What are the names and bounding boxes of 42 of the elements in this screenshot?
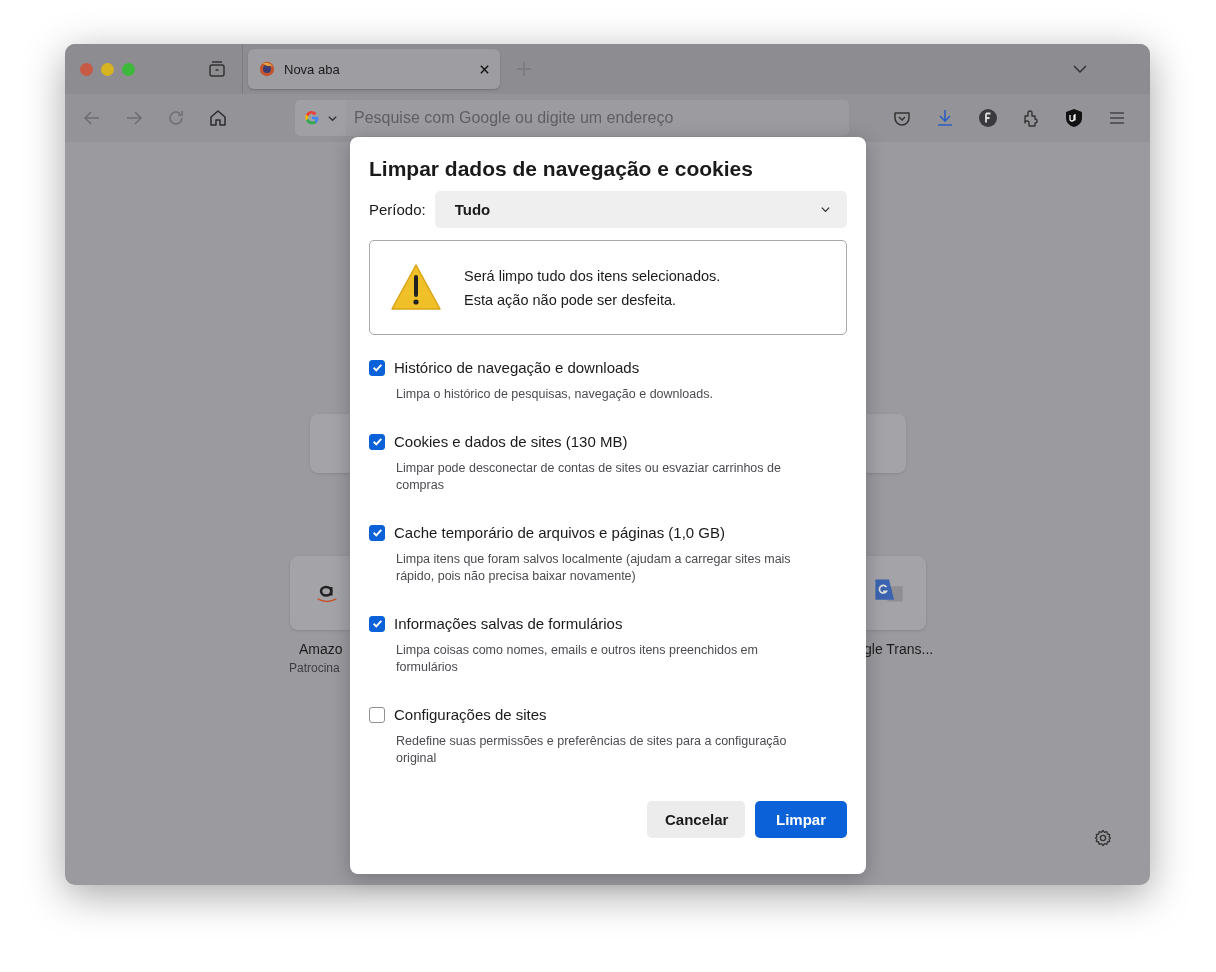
close-tab-icon[interactable] — [479, 63, 490, 75]
home-icon[interactable] — [208, 108, 228, 128]
option-description: Limpa itens que foram salvos localmente (ajudam a carregar sites mais rápido, pois não precisa baixar novamente) — [396, 551, 792, 585]
shortcut-subtitle: Patrocina — [289, 661, 340, 675]
checkmark-icon — [370, 526, 384, 539]
browser-tab[interactable]: Nova aba — [248, 49, 500, 89]
google-logo-icon — [303, 109, 321, 127]
warning-icon — [390, 262, 442, 313]
warning-text: Será limpo tudo dos itens selecionados. — [464, 266, 721, 286]
browser-logo-icon — [258, 60, 276, 78]
cancel-button[interactable]: Cancelar — [647, 801, 745, 838]
checkbox[interactable] — [369, 433, 385, 450]
profile-avatar-icon[interactable] — [978, 108, 998, 128]
checkbox[interactable] — [369, 359, 385, 376]
option-label[interactable]: Informações salvas de formulários — [394, 615, 623, 632]
option-description: Limpar pode desconectar de contas de sites ou esvaziar carrinhos de compras — [396, 460, 782, 494]
period-dropdown[interactable]: Tudo — [434, 191, 847, 228]
checkmark-icon — [370, 361, 384, 374]
period-label: Período: — [369, 201, 426, 218]
checkmark-icon — [370, 435, 384, 448]
option-description: Limpa o histórico de pesquisas, navegação e downloads. — [396, 386, 714, 403]
settings-icon[interactable] — [1093, 828, 1113, 848]
checkmark-icon — [370, 617, 384, 630]
option-description: Limpa coisas como nomes, emails e outros itens preenchidos em formulários — [396, 642, 759, 676]
warning-text: Esta ação não pode ser desfeita. — [464, 290, 677, 310]
chevron-down-icon — [820, 204, 831, 215]
address-field[interactable]: Pesquise com Google ou digite um endereço — [346, 100, 849, 136]
tab-drawer-icon[interactable] — [207, 59, 227, 79]
option-label[interactable]: Cache temporário de arquivos e páginas (1,0 GB) — [394, 524, 725, 541]
shortcut-title[interactable]: Amazo — [299, 641, 343, 657]
checkbox[interactable] — [369, 524, 385, 541]
option-label[interactable]: Cookies e dados de sites (130 MB) — [394, 433, 628, 450]
puzzle-piece-icon[interactable] — [1021, 108, 1041, 128]
option-label[interactable]: Histórico de navegação e downloads — [394, 359, 640, 376]
checkbox[interactable] — [369, 615, 385, 632]
clear-button[interactable]: Limpar — [755, 801, 847, 838]
shield-icon[interactable] — [1064, 108, 1084, 128]
dialog-title: Limpar dados de navegação e cookies — [369, 157, 754, 181]
option-description: Redefine suas permissões e preferências de sites para a configuração original — [396, 733, 788, 767]
checkbox[interactable] — [369, 706, 385, 723]
tab-title: Nova aba — [284, 61, 341, 77]
option-label[interactable]: Configurações de sites — [394, 706, 547, 723]
